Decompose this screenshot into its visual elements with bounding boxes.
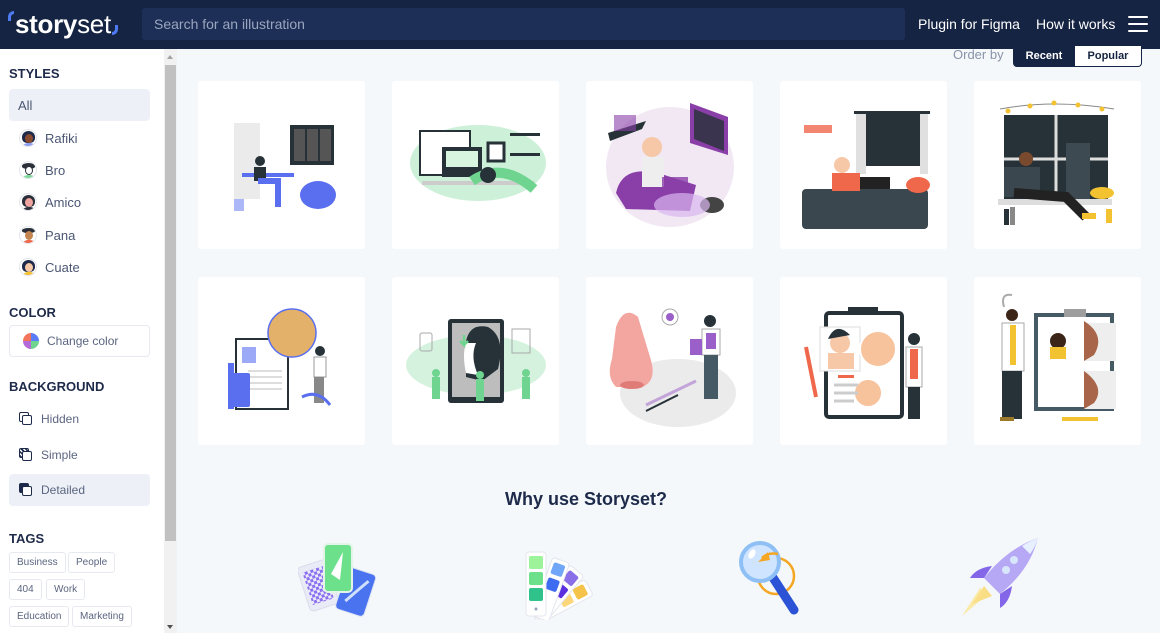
sidebar-scrollbar[interactable] [164,49,177,633]
illustration-card[interactable] [586,81,753,249]
tag-work[interactable]: Work [46,579,86,600]
amico-avatar-icon [19,193,37,211]
style-item-cuate[interactable]: Cuate [9,251,150,283]
background-label: Hidden [41,412,80,426]
top-navigation-bar: storyset Plugin for Figma How it works [0,0,1160,49]
style-label: Amico [45,194,82,210]
style-label: All [18,97,33,113]
logo-text-bold: story [15,8,78,39]
layers-hidden-icon [19,412,33,426]
scrollbar-thumb[interactable] [165,65,176,541]
illustration-card[interactable] [780,277,947,445]
search-input[interactable] [142,8,905,40]
style-label: Pana [45,227,76,243]
style-label: Cuate [45,259,80,275]
tag-education[interactable]: Education [9,606,70,627]
color-palette-feature-icon [525,551,593,620]
layers-simple-icon [19,448,33,462]
background-label: Simple [41,448,78,462]
background-option-hidden[interactable]: Hidden [9,403,150,435]
illustration-card[interactable] [974,81,1141,249]
storyset-logo[interactable]: story set [8,6,118,42]
tag-people[interactable]: People [68,552,116,573]
background-label: Detailed [41,483,86,497]
styles-heading: STYLES [9,66,60,81]
before-after-nose-illustration [1000,293,1116,421]
layers-detailed-icon [19,483,33,497]
logo-text-light: set [77,8,111,39]
hamburger-menu-icon[interactable] [1128,16,1148,32]
face-profile-surgery-illustration [406,319,546,403]
illustration-card[interactable] [586,277,753,445]
cuate-avatar-icon [19,258,37,276]
style-label: Rafiki [45,130,78,146]
plugin-for-figma-link[interactable]: Plugin for Figma [918,16,1020,32]
order-recent-button[interactable]: Recent [1013,45,1075,67]
clipboard-nose-illustration [804,307,923,419]
logo-mark-icon [111,25,118,35]
illustration-card[interactable] [198,81,365,249]
tag-marketing[interactable]: Marketing [72,606,132,627]
logo-mark-icon [8,11,14,21]
style-item-amico[interactable]: Amico [9,186,150,218]
background-heading: BACKGROUND [9,379,105,394]
working-at-home-illustration [234,123,336,211]
rafiki-avatar-icon [19,129,37,147]
how-it-works-link[interactable]: How it works [1036,16,1115,32]
window-laptop-illustration [998,100,1115,225]
style-item-rafiki[interactable]: Rafiki [9,122,150,154]
scroll-down-arrow-icon[interactable] [167,625,173,629]
style-label: Bro [45,162,66,178]
magnifier-feature-icon [739,541,799,615]
change-color-button[interactable]: Change color [9,325,150,357]
color-wheel-icon [23,333,39,349]
nose-doctor-illustration [609,308,736,427]
color-heading: COLOR [9,305,56,320]
tag-404[interactable]: 404 [9,579,42,600]
tag-business[interactable]: Business [9,552,66,573]
order-by-label: Order by [953,47,1004,62]
style-item-pana[interactable]: Pana [9,219,150,251]
style-item-bro[interactable]: Bro [9,154,150,186]
why-use-storyset-heading: Why use Storyset? [504,489,668,509]
listening-music-illustration [606,103,734,227]
bro-avatar-icon [19,161,37,179]
scroll-up-arrow-icon[interactable] [167,55,173,59]
illustration-card[interactable] [392,81,559,249]
sleeping-at-desk-illustration [410,125,546,201]
pana-avatar-icon [19,226,37,244]
filters-sidebar: STYLES All Rafiki Bro Amico Pana Cuate C… [0,49,164,633]
rocket-feature-icon [962,538,1038,616]
background-option-simple[interactable]: Simple [9,439,150,471]
style-item-all[interactable]: All [9,89,150,121]
cards-feature-icon [298,543,377,617]
illustration-card[interactable] [392,277,559,445]
illustration-card[interactable] [198,277,365,445]
nose-surgery-chart-illustration [228,308,332,410]
night-reading-illustration [802,111,930,229]
illustration-card[interactable] [780,81,947,249]
order-popular-button[interactable]: Popular [1075,45,1142,67]
tags-heading: TAGS [9,531,45,546]
illustration-card[interactable] [974,277,1141,445]
change-color-label: Change color [47,334,119,348]
